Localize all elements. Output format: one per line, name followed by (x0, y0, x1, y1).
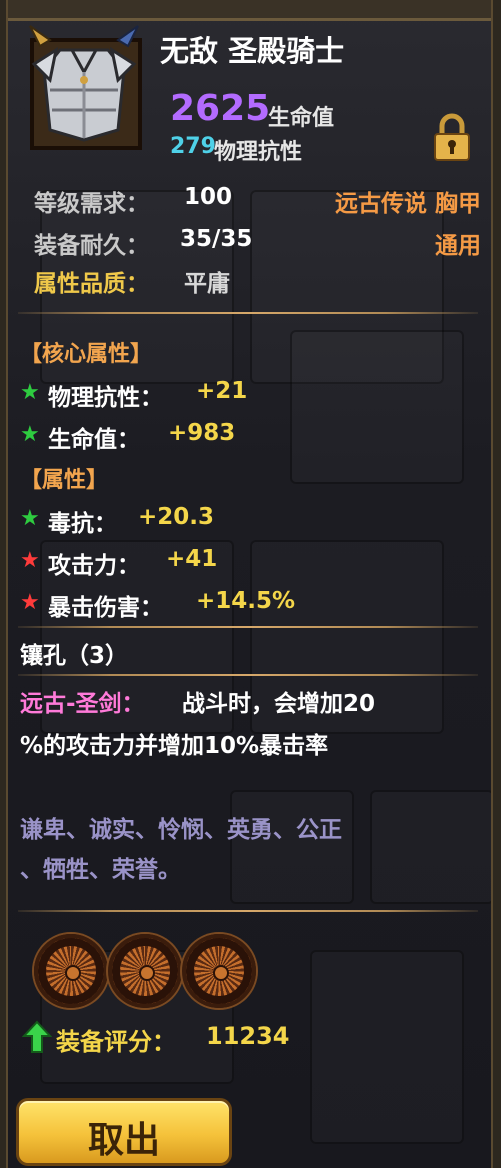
attr-stat-name: 攻击力： (48, 553, 140, 579)
item-tooltip-panel: 无敌 圣殿骑士 2625 生命值 279 物理抗性 等级需求： 100 装备耐久… (0, 0, 501, 1168)
gem-socket-2[interactable] (108, 934, 182, 1008)
item-usage: 通用 (435, 233, 481, 259)
sub-stat-label: 物理抗性 (214, 140, 303, 165)
frame-left (0, 0, 8, 1168)
attr-stat-value: +20.3 (138, 504, 215, 530)
durability-value: 35/35 (180, 226, 253, 252)
green-star-icon: ★ (20, 506, 40, 531)
attr-stat-name: 暴击伤害： (48, 595, 163, 621)
attr-stat-name: 毒抗： (48, 511, 117, 537)
core-stat-value: +983 (168, 420, 236, 446)
sub-stat-value: 279 (170, 134, 216, 159)
frame-right (491, 0, 501, 1168)
divider (18, 312, 478, 314)
level-requirement-value: 100 (184, 184, 233, 210)
frame-top (0, 0, 501, 21)
core-stat-value: +21 (196, 378, 248, 404)
divider (18, 674, 478, 676)
attr-stat-value: +14.5% (196, 588, 296, 614)
background-slot (370, 790, 494, 904)
divider (18, 626, 478, 628)
attr-stat-value: +41 (166, 546, 218, 572)
item-rarity-type: 远古传说 胸甲 (334, 191, 481, 217)
quality-label: 属性品质： (34, 271, 149, 297)
set-bonus-line2: %的攻击力并增加10%暴击率 (20, 733, 329, 759)
background-slot (290, 330, 464, 484)
lock-icon[interactable] (432, 112, 472, 162)
socket-count-label: 镶孔（3） (20, 643, 129, 669)
set-bonus-name: 远古-圣剑： (20, 691, 145, 717)
score-label: 装备评分： (56, 1028, 176, 1056)
take-out-button[interactable]: 取出 (16, 1098, 232, 1166)
red-star-icon: ★ (20, 548, 40, 573)
green-star-icon: ★ (20, 380, 40, 405)
take-out-button-label: 取出 (87, 1120, 160, 1161)
item-name: 无敌 圣殿骑士 (160, 34, 345, 68)
gem-socket-1[interactable] (34, 934, 108, 1008)
red-star-icon: ★ (20, 590, 40, 615)
set-bonus-line1: 战斗时，会增加20 (182, 691, 376, 717)
green-star-icon: ★ (20, 422, 40, 447)
main-stat-value: 2625 (170, 88, 271, 129)
divider (18, 910, 478, 912)
flavor-text-line1: 谦卑、诚实、怜悯、英勇、公正 (20, 817, 342, 843)
durability-label: 装备耐久： (34, 233, 149, 259)
gem-socket-3[interactable] (182, 934, 256, 1008)
background-slot (310, 950, 464, 1144)
level-requirement-label: 等级需求： (34, 191, 149, 217)
background-slot (230, 790, 354, 904)
green-up-arrow-icon (21, 1020, 53, 1054)
chest-armor-icon (20, 20, 148, 150)
flavor-text-line2: 、牺牲、荣誉。 (20, 857, 181, 883)
attributes-title: 【属性】 (20, 468, 109, 493)
quality-value: 平庸 (184, 271, 230, 297)
core-stat-name: 物理抗性： (48, 385, 163, 411)
core-stat-name: 生命值： (48, 427, 140, 453)
score-value: 11234 (206, 1022, 290, 1050)
core-attributes-title: 【核心属性】 (20, 342, 153, 367)
main-stat-label: 生命值 (268, 106, 335, 131)
